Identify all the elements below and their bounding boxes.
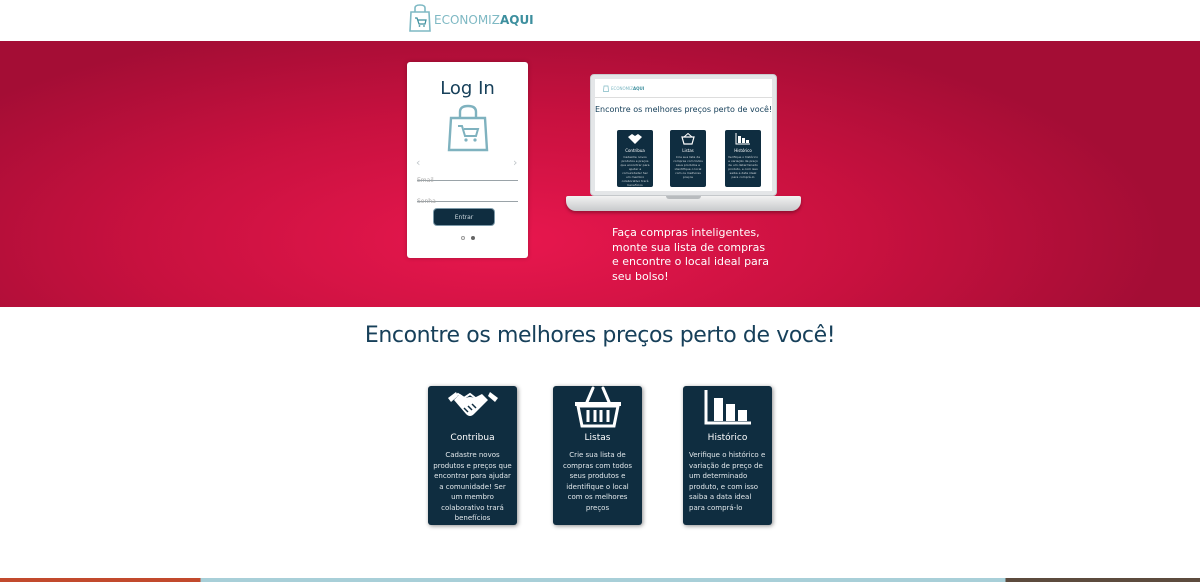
logo-text-primary: ECONOMIZ — [434, 13, 500, 27]
bar-chart-icon — [704, 390, 751, 425]
password-field[interactable] — [417, 195, 518, 208]
mini-heading: Encontre os melhores preços perto de voc… — [595, 105, 773, 114]
mini-logo-primary: ECONOMIZ — [611, 85, 633, 91]
email-field[interactable] — [417, 174, 518, 187]
mini-card-desc: Cadastre novos produtos e preços que enc… — [620, 155, 650, 187]
feature-description: Crie sua lista de compras com todos seus… — [562, 451, 632, 512]
mini-card-listas: Listas Crie sua lista de compras com tod… — [670, 130, 706, 187]
mini-logo-accent: AQUI — [632, 85, 645, 91]
login-title: Log In — [440, 78, 495, 99]
footer-strip — [0, 578, 1200, 582]
carousel-dot[interactable] — [461, 236, 465, 240]
section-title: Encontre os melhores preços perto de voc… — [364, 323, 836, 348]
handshake-icon — [448, 392, 498, 416]
handshake-icon — [628, 134, 642, 144]
logo[interactable]: ECONOMIZAQUI — [409, 4, 534, 36]
divider — [595, 97, 772, 98]
mini-card-desc: Crie sua lista de compras com todos seus… — [673, 155, 703, 179]
laptop-screen-content: ECONOMIZ AQUI Encontre os melhores preços… — [595, 79, 772, 191]
mini-card-desc: Verifique o histórico e variação de preç… — [728, 155, 758, 179]
shopping-bag-icon — [446, 104, 490, 156]
basket-icon — [575, 386, 621, 428]
basket-icon — [681, 133, 695, 145]
shopping-bag-icon — [603, 85, 609, 92]
login-submit-button[interactable]: Entrar — [433, 208, 495, 226]
bar-chart-icon — [735, 133, 750, 145]
feature-card-contribua: Contribua Cadastre novos produtos e preç… — [428, 386, 517, 525]
mini-card-historico: Histórico Verifique o histórico e variaç… — [725, 130, 761, 187]
feature-description: Cadastre novos produtos e preços que enc… — [433, 451, 512, 522]
feature-title: Listas — [584, 433, 611, 443]
hero-tagline: Faça compras inteligentes, monte sua lis… — [612, 226, 770, 283]
feature-card-listas: Listas Crie sua lista de compras com tod… — [553, 386, 642, 525]
laptop-notch — [666, 196, 701, 199]
feature-title: Histórico — [707, 433, 748, 443]
feature-card-historico: Histórico Verifique o histórico e variaç… — [683, 386, 772, 525]
email-field-wrapper — [417, 167, 518, 187]
mini-card-title: Contribua — [625, 148, 645, 153]
mini-logo: ECONOMIZ AQUI — [603, 84, 644, 92]
password-field-wrapper — [417, 188, 518, 208]
logo-text-accent: AQUI — [499, 13, 534, 27]
carousel-dots — [461, 236, 475, 240]
login-card: Log In ‹ › Entrar — [407, 62, 528, 258]
mini-card-title: Histórico — [734, 148, 752, 153]
feature-description: Verifique o histórico e variação de preç… — [689, 451, 766, 512]
shopping-bag-icon — [409, 4, 431, 36]
laptop-screen: ECONOMIZ AQUI Encontre os melhores preços… — [590, 74, 777, 196]
carousel-dot-active[interactable] — [471, 236, 475, 240]
feature-title: Contribua — [450, 433, 495, 443]
mini-card-title: Listas — [682, 148, 694, 153]
mini-card-contribua: Contribua Cadastre novos produtos e preç… — [617, 130, 653, 187]
header: ECONOMIZAQUI — [0, 0, 1200, 41]
